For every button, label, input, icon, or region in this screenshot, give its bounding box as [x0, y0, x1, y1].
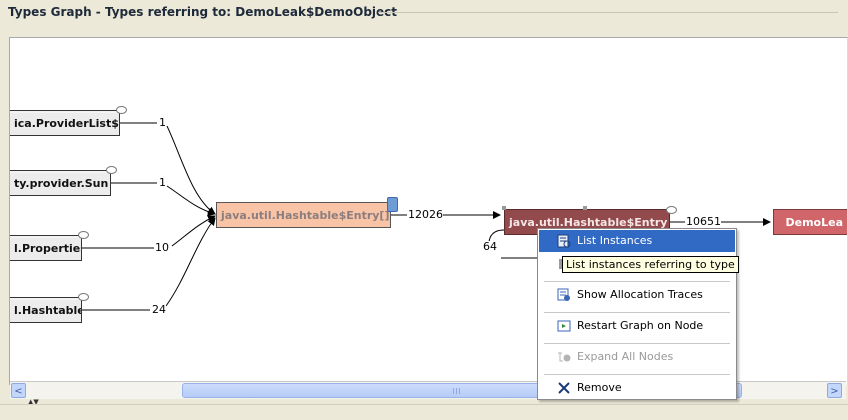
scroll-right-button[interactable]: > [827, 383, 842, 398]
allocation-traces-icon [557, 288, 571, 302]
menu-separator [544, 374, 730, 375]
selection-handle[interactable] [583, 206, 587, 210]
edge-count-hashtable: 24 [152, 303, 166, 316]
node-pin-icon[interactable] [666, 206, 677, 214]
node-pin-icon[interactable] [106, 166, 117, 174]
node-hashtable[interactable]: l.Hashtable [10, 297, 82, 323]
menu-separator [544, 281, 730, 282]
instances-badge-icon[interactable] [387, 197, 398, 212]
node-hashtable-entry-array[interactable]: java.util.Hashtable$Entry[] [216, 202, 391, 228]
edge-provider-sun-curve [166, 185, 216, 216]
node-pin-icon[interactable] [78, 231, 89, 239]
menu-item-expand-all-nodes[interactable]: Expand All Nodes [539, 346, 735, 368]
restart-graph-icon [557, 319, 571, 333]
menu-item-label: Restart Graph on Node [577, 319, 704, 332]
view-title: Types Graph - Types referring to: DemoLe… [8, 5, 398, 19]
selection-handle[interactable] [502, 206, 506, 210]
list-instances-icon [557, 234, 571, 248]
menu-item-label: List Instances [577, 234, 653, 247]
expand-nodes-icon [557, 350, 571, 364]
menu-item-show-allocation-traces[interactable]: Show Allocation Traces [539, 284, 735, 306]
scroll-grip-icon [453, 388, 461, 394]
edge-count-array-to-entry: 12026 [408, 208, 443, 221]
node-properties[interactable]: l.Properties [10, 235, 82, 261]
edge-count-provider-sun: 1 [159, 176, 166, 189]
node-pin-icon[interactable] [116, 106, 127, 114]
edge-count-entry-to-demoleak: 10651 [686, 215, 721, 228]
context-menu: List Instances Show Allocation Traces Re… [537, 228, 737, 400]
title-divider [378, 12, 838, 13]
node-provider-sun[interactable]: ty.provider.Sun [10, 170, 111, 196]
remove-icon [557, 381, 571, 395]
scroll-left-button[interactable]: < [11, 383, 26, 398]
edge-provider-list-curve [166, 125, 216, 215]
bottom-panel-bar [0, 404, 848, 420]
menu-item-list-instances[interactable]: List Instances [539, 230, 735, 252]
menu-item-restart-graph[interactable]: Restart Graph on Node [539, 315, 735, 337]
node-provider-list[interactable]: ica.ProviderList$1 [10, 110, 120, 136]
menu-item-label: Show Allocation Traces [577, 288, 703, 301]
node-pin-icon[interactable] [78, 293, 89, 301]
menu-separator [544, 312, 730, 313]
edge-properties-curve [171, 215, 216, 247]
menu-item-label: Expand All Nodes [577, 350, 674, 363]
menu-item-remove[interactable]: Remove [539, 377, 735, 399]
node-demoleak[interactable]: DemoLea [773, 209, 847, 235]
menu-item-label: Remove [577, 381, 622, 394]
edge-count-provider-list: 1 [159, 116, 166, 129]
edge-count-properties: 10 [155, 241, 169, 254]
tooltip: List instances referring to type [562, 256, 739, 273]
menu-separator [544, 343, 730, 344]
edge-count-self: 64 [483, 240, 497, 253]
